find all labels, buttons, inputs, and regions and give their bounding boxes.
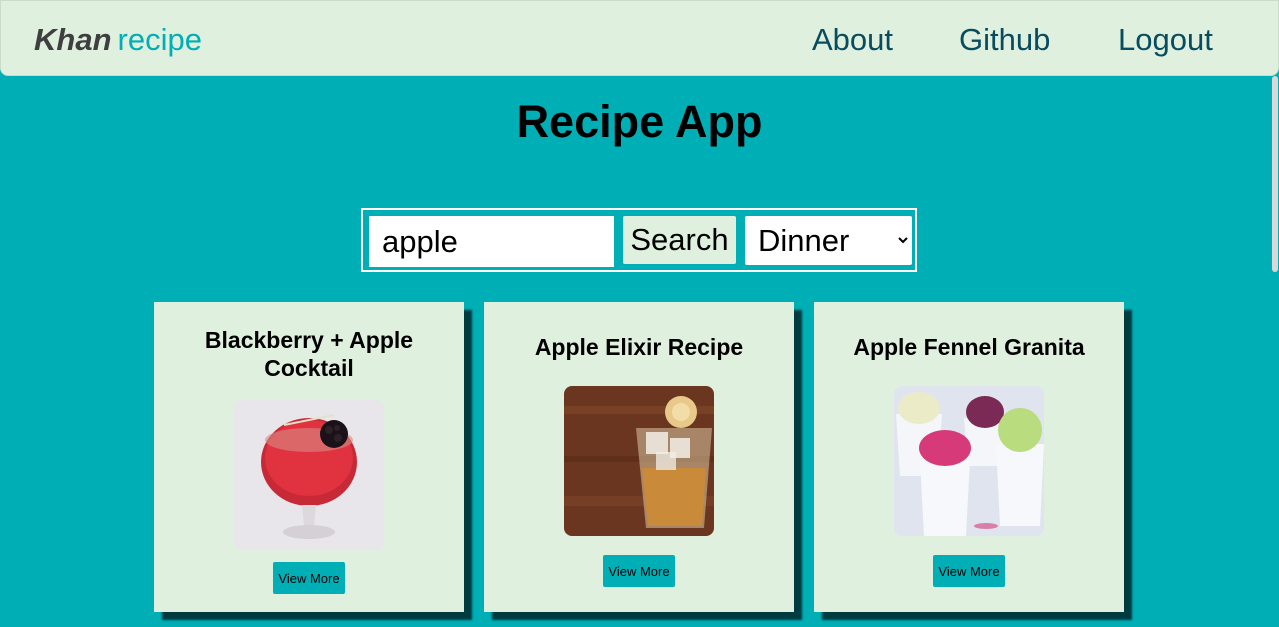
recipe-card-title: Apple Elixir Recipe bbox=[534, 334, 744, 360]
nav-logout-link[interactable]: Logout bbox=[1118, 22, 1213, 58]
recipe-card: Blackberry + Apple Cocktail View More bbox=[154, 302, 464, 612]
meal-type-select[interactable]: Dinner bbox=[745, 216, 912, 265]
brand-light-text: recipe bbox=[117, 22, 202, 57]
search-button[interactable]: Search bbox=[623, 216, 736, 264]
recipe-card: Apple Elixir Recipe View More bbox=[484, 302, 794, 612]
search-input[interactable] bbox=[369, 216, 614, 267]
granita-photo bbox=[894, 386, 1044, 536]
recipe-card: Apple Fennel Granita View More bbox=[814, 302, 1124, 612]
navbar: Khan recipe About Github Logout bbox=[0, 0, 1279, 76]
elixir-photo bbox=[564, 386, 714, 536]
page-scrollbar[interactable] bbox=[1271, 76, 1279, 627]
view-more-button[interactable]: View More bbox=[933, 555, 1005, 587]
view-more-button[interactable]: View More bbox=[603, 555, 675, 587]
view-more-button[interactable]: View More bbox=[273, 562, 345, 594]
recipe-card-title: Apple Fennel Granita bbox=[853, 334, 1085, 360]
page-title: Recipe App bbox=[516, 96, 763, 147]
nav-github-link[interactable]: Github bbox=[959, 22, 1050, 58]
search-form: Search Dinner bbox=[361, 208, 917, 272]
cocktail-photo bbox=[234, 400, 384, 550]
recipe-card-title: Blackberry + Apple Cocktail bbox=[204, 327, 414, 381]
brand-logo[interactable]: Khan recipe bbox=[34, 22, 202, 58]
brand-bold-text: Khan bbox=[34, 22, 112, 57]
nav-about-link[interactable]: About bbox=[812, 22, 893, 58]
